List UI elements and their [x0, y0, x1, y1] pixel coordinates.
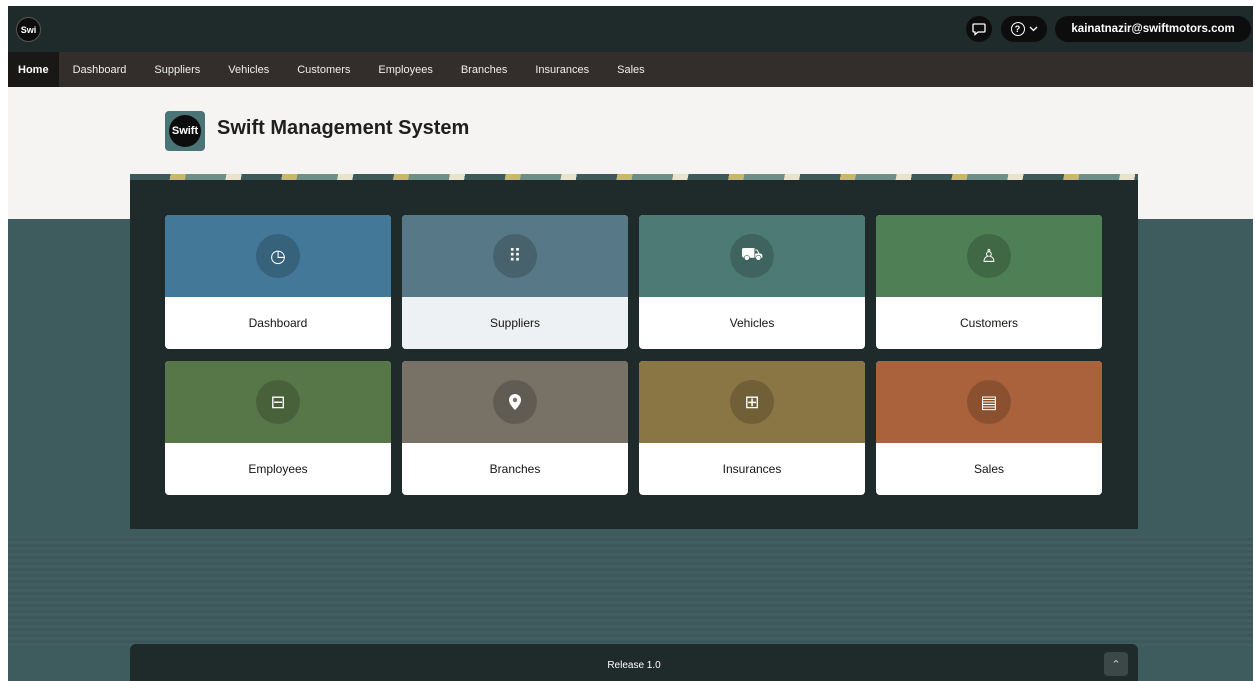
tile-header: ⠿ [402, 215, 628, 297]
nav-item-branches[interactable]: Branches [447, 52, 521, 87]
release-version: Release 1.0 [607, 660, 661, 671]
nav-item-vehicles[interactable]: Vehicles [214, 52, 283, 87]
tile-header: ⊟ [165, 361, 391, 443]
app-frame: Swi ? kainatnazir@swiftmotors.com Home D… [8, 6, 1253, 681]
footer: Release 1.0 ⌃ [130, 644, 1138, 681]
nav-item-home[interactable]: Home [8, 52, 59, 87]
nav-item-dashboard[interactable]: Dashboard [59, 52, 141, 87]
tile-label: Sales [973, 462, 1005, 476]
tile-header: ⛟ [639, 215, 865, 297]
tile-header: ◷ [165, 215, 391, 297]
person-icon: ♙ [967, 234, 1011, 278]
tile-employees[interactable]: ⊟ Employees [165, 361, 391, 495]
tile-label: Insurances [722, 462, 782, 476]
nav-item-insurances[interactable]: Insurances [521, 52, 603, 87]
nav-item-sales[interactable]: Sales [603, 52, 659, 87]
tile-label: Dashboard [248, 316, 308, 330]
nav-item-suppliers[interactable]: Suppliers [140, 52, 214, 87]
chat-button[interactable] [966, 16, 992, 42]
user-email: kainatnazir@swiftmotors.com [1071, 23, 1235, 35]
gauge-icon: ◷ [256, 234, 300, 278]
cards-panel: ◷ Dashboard ⠿ Suppliers ⛟ Vehicles ♙ Cus… [130, 174, 1138, 529]
nav-item-customers[interactable]: Customers [283, 52, 364, 87]
page-title: Swift Management System [217, 117, 470, 139]
top-header: Swi ? kainatnazir@swiftmotors.com [8, 6, 1253, 52]
nav-item-employees[interactable]: Employees [364, 52, 446, 87]
tile-dashboard[interactable]: ◷ Dashboard [165, 215, 391, 349]
tile-customers[interactable]: ♙ Customers [876, 215, 1102, 349]
tile-header: ⊞ [639, 361, 865, 443]
briefcase-icon: ⊟ [256, 380, 300, 424]
location-pin-icon [493, 380, 537, 424]
tile-label: Branches [489, 462, 541, 476]
tile-insurances[interactable]: ⊞ Insurances [639, 361, 865, 495]
tile-branches[interactable]: Branches [402, 361, 628, 495]
user-menu-button[interactable]: kainatnazir@swiftmotors.com [1055, 16, 1251, 42]
help-menu-button[interactable]: ? [1001, 16, 1047, 42]
background-pattern [8, 536, 1253, 646]
tile-label: Suppliers [402, 297, 628, 349]
help-icon: ? [1010, 22, 1025, 36]
tile-label: Employees [248, 462, 308, 476]
main-nav: Home Dashboard Suppliers Vehicles Custom… [8, 52, 1253, 87]
tile-vehicles[interactable]: ⛟ Vehicles [639, 215, 865, 349]
chevron-down-icon [1029, 26, 1037, 32]
tile-header: ▤ [876, 361, 1102, 443]
table-icon: ⊞ [730, 380, 774, 424]
tile-header: ♙ [876, 215, 1102, 297]
form-pointer-icon: ▤ [967, 380, 1011, 424]
tile-suppliers[interactable]: ⠿ Suppliers [402, 215, 628, 349]
tile-header [402, 361, 628, 443]
app-logo: Swift [165, 111, 205, 151]
chevron-up-icon: ⌃ [1111, 658, 1121, 671]
chat-icon [972, 23, 986, 36]
tile-sales[interactable]: ▤ Sales [876, 361, 1102, 495]
panel-decoration [130, 174, 1138, 180]
grid-dots-icon: ⠿ [493, 234, 537, 278]
tile-label: Vehicles [729, 316, 775, 330]
scroll-top-button[interactable]: ⌃ [1104, 652, 1128, 676]
car-icon: ⛟ [730, 234, 774, 278]
app-logo-small[interactable]: Swi [16, 17, 41, 42]
app-logo-mark: Swift [169, 115, 201, 147]
tile-label: Customers [959, 316, 1018, 330]
